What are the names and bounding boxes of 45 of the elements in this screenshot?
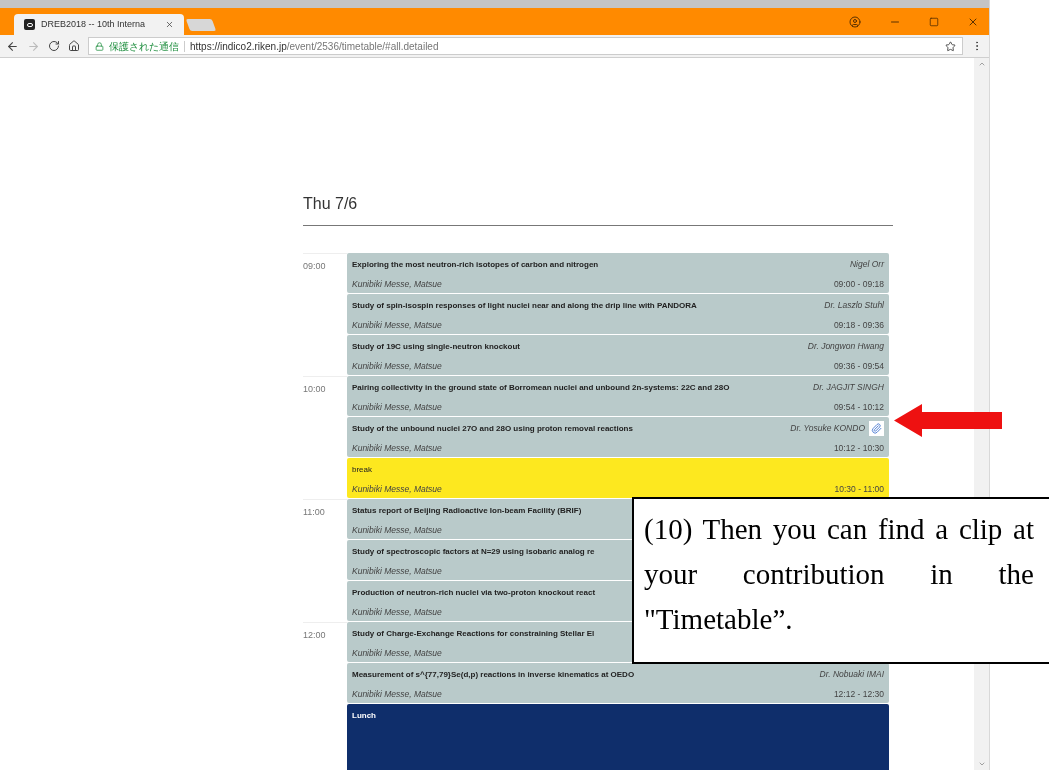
speaker-name: Dr. Jongwon Hwang bbox=[807, 340, 884, 353]
entry-time: 09:18 - 09:36 bbox=[833, 319, 884, 332]
entry-location: Kunibiki Messe, Matsue bbox=[352, 606, 442, 619]
entry-time: 09:54 - 10:12 bbox=[833, 401, 884, 414]
entry-location: Kunibiki Messe, Matsue bbox=[352, 319, 442, 332]
entry-title: Exploring the most neutron-rich isotopes of carbon and nitrogen bbox=[352, 258, 599, 271]
speaker-name: Nigel Orr bbox=[850, 258, 884, 271]
hour-label: 09:00 bbox=[303, 260, 327, 273]
entry-location: Kunibiki Messe, Matsue bbox=[352, 483, 442, 496]
speaker-name: Dr. Nobuaki IMAI bbox=[819, 668, 884, 681]
entry-location: Kunibiki Messe, Matsue bbox=[352, 442, 442, 455]
hour-label: 10:00 bbox=[303, 383, 327, 396]
entry-title: Production of neutron-rich nuclei via two-proton knockout react bbox=[352, 586, 596, 599]
tab-title: DREB2018 -- 10th Interna bbox=[41, 17, 146, 31]
speaker-name: Dr. JAGJIT SINGH bbox=[813, 381, 884, 394]
speaker-name: Dr. Yosuke KONDO bbox=[790, 422, 865, 435]
entry-time: 09:00 - 09:18 bbox=[833, 278, 884, 291]
entry-title: Study of 19C using single-neutron knockout bbox=[352, 340, 520, 353]
hour-label: 12:00 bbox=[303, 629, 327, 642]
security-label: 保護された通信 bbox=[109, 39, 179, 54]
entry-location: Kunibiki Messe, Matsue bbox=[352, 524, 442, 537]
speaker-name: Dr. Laszlo Stuhl bbox=[824, 299, 884, 312]
entry-title: Study of spectroscopic factors at N=29 using isobaric analog re bbox=[352, 545, 595, 558]
entry-title: Measurement of s^{77,79}Se(d,p) reactions in inverse kinematics at OEDO bbox=[352, 668, 635, 681]
entry-time: 12:12 - 12:30 bbox=[833, 688, 884, 701]
entry-title: Pairing collectivity in the ground state of Borromean nuclei and unbound 2n-systems: 22C and 28O bbox=[352, 381, 730, 394]
url-text: https://indico2.riken.jp/event/2536/timetable/#all.detailed bbox=[190, 39, 439, 54]
entry-location: Kunibiki Messe, Matsue bbox=[352, 647, 442, 660]
entry-location: Kunibiki Messe, Matsue bbox=[352, 401, 442, 414]
entry-title: break bbox=[352, 463, 372, 476]
day-heading: Thu 7/6 bbox=[303, 192, 893, 226]
entry-title: Study of the unbound nuclei 27O and 28O using proton removal reactions bbox=[352, 422, 633, 435]
entry-time: 09:36 - 09:54 bbox=[833, 360, 884, 373]
entry-time: 10:12 - 10:30 bbox=[833, 442, 884, 455]
hour-label: 11:00 bbox=[303, 506, 326, 519]
entry-location: Kunibiki Messe, Matsue bbox=[352, 565, 442, 578]
entry-title: Status report of Beijing Radioactive Ion-beam Facility (BRIF) bbox=[352, 504, 582, 517]
entry-location: Kunibiki Messe, Matsue bbox=[352, 688, 442, 701]
entry-title: Study of spin-isospin responses of light nuclei near and along the drip line with PANDORA bbox=[352, 299, 697, 312]
entry-time: 10:30 - 11:00 bbox=[834, 483, 884, 496]
entry-title: Lunch bbox=[352, 709, 376, 722]
annotation-tooltip: (10) Then you can find a clip at your contribution in the "Timetable”. bbox=[632, 497, 1049, 664]
entry-location: Kunibiki Messe, Matsue bbox=[352, 360, 442, 373]
entry-location: Kunibiki Messe, Matsue bbox=[352, 278, 442, 291]
entry-title: Study of Charge-Exchange Reactions for constraining Stellar El bbox=[352, 627, 595, 640]
